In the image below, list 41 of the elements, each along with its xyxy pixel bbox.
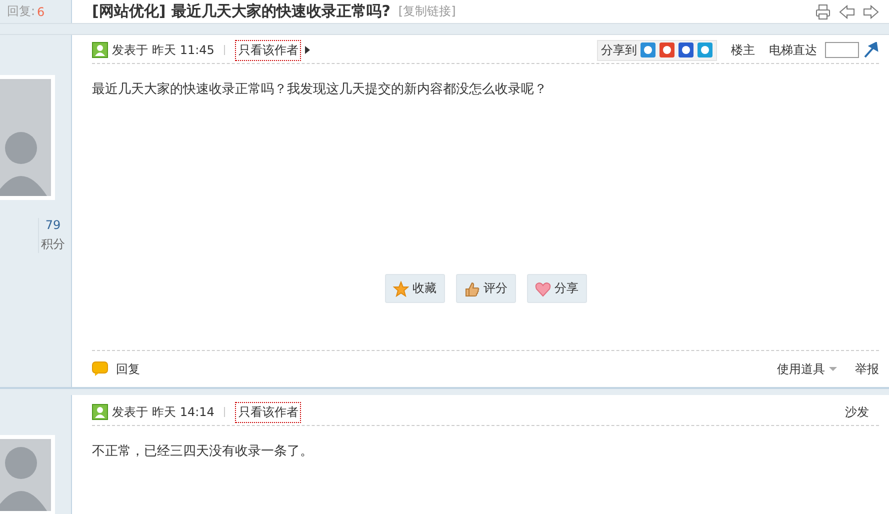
points-label: 积分 <box>41 236 65 253</box>
floor-label: 楼主 <box>731 42 755 58</box>
share-site-icon[interactable] <box>640 42 656 58</box>
heart-icon <box>534 280 550 296</box>
share-site-icon[interactable] <box>659 42 675 58</box>
only-author-link[interactable]: 只看该作者 <box>235 40 302 60</box>
share-site-icon[interactable] <box>678 42 694 58</box>
report-link[interactable]: 举报 <box>855 360 879 378</box>
post-label: 发表于 <box>112 404 148 420</box>
post-time: 昨天 14:14 <box>152 404 214 420</box>
post-time: 昨天 11:45 <box>152 42 214 58</box>
user-icon <box>92 42 108 58</box>
tools-menu[interactable]: 使用道具 <box>777 360 825 378</box>
share-site-icon[interactable] <box>697 42 713 58</box>
arrow-right-icon[interactable] <box>863 4 879 20</box>
floor-label: 沙发 <box>845 404 869 420</box>
jump-icon[interactable] <box>863 42 879 58</box>
post-body: 不正常，已经三四天没有收录一条了。 <box>92 443 314 460</box>
reply-link[interactable]: 回复 <box>116 360 140 378</box>
reply-label: 回复: <box>7 3 36 20</box>
only-author-link[interactable]: 只看该作者 <box>235 402 302 422</box>
triangle-icon[interactable] <box>305 46 312 54</box>
reply-count: 6 <box>37 4 45 18</box>
print-icon[interactable] <box>815 4 831 20</box>
star-icon <box>392 280 408 296</box>
speech-bubble-icon[interactable] <box>92 361 108 377</box>
arrow-left-icon[interactable] <box>839 4 855 20</box>
share-label: 分享到 <box>601 42 637 58</box>
thumbs-up-icon <box>464 280 480 296</box>
jump-label: 电梯直达 <box>769 42 817 58</box>
post-action-button[interactable]: 分享 <box>526 274 586 303</box>
post-body: 最近几天大家的快速收录正常吗？我发现这几天提交的新内容都没怎么收录呢？ <box>92 81 548 98</box>
points-value[interactable]: 79 <box>45 218 61 232</box>
post-action-button[interactable]: 收藏 <box>384 274 444 303</box>
post-label: 发表于 <box>112 42 148 58</box>
floor-input[interactable] <box>825 42 859 58</box>
thread-category: [网站优化] <box>92 2 166 21</box>
dropdown-caret-icon <box>829 367 837 371</box>
post-action-button[interactable]: 评分 <box>456 274 516 303</box>
thread-title: 最近几天大家的快速收录正常吗? <box>172 2 390 21</box>
user-icon <box>92 404 108 420</box>
